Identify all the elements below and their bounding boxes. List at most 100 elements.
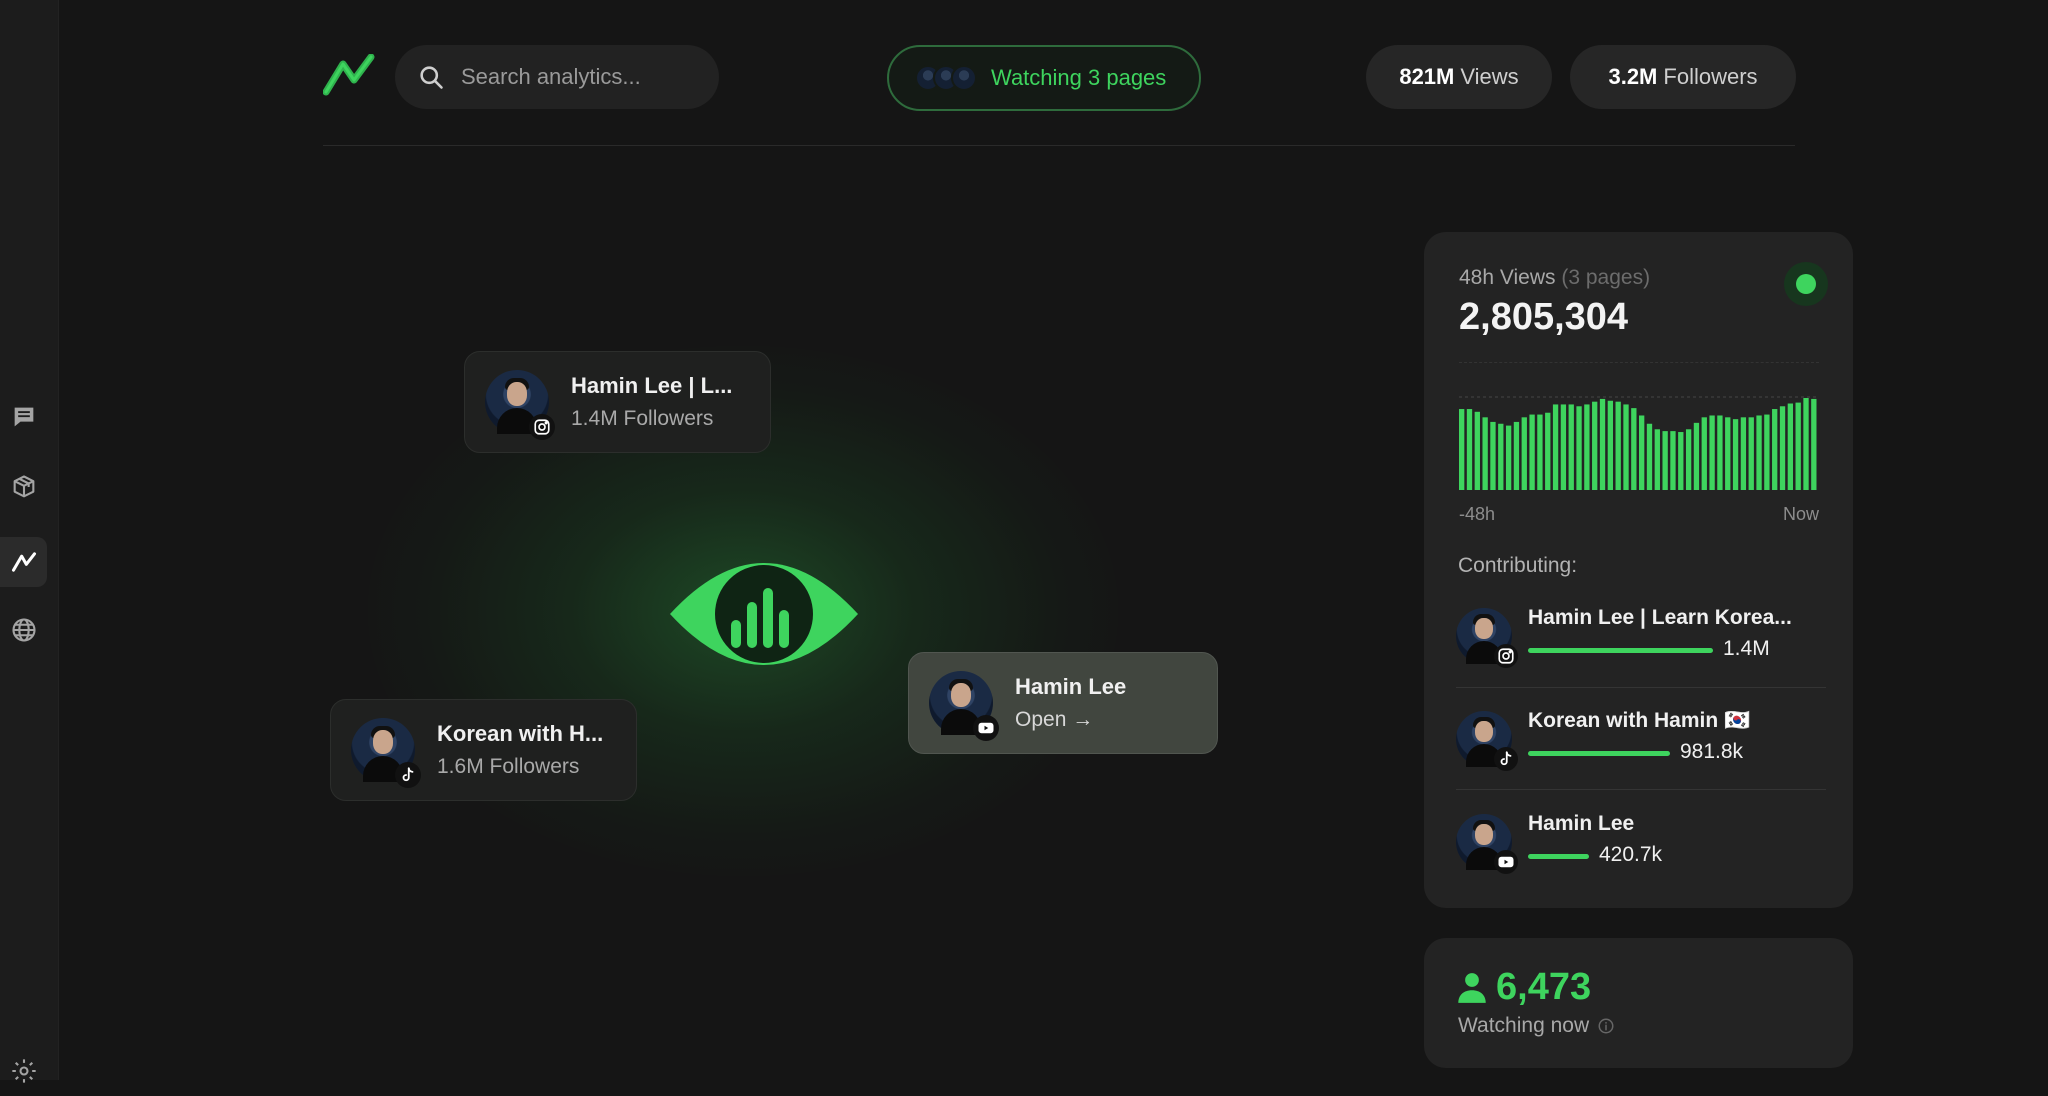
spark-bar — [1615, 401, 1621, 490]
spark-bar — [1678, 432, 1684, 490]
open-link[interactable]: Open → — [1015, 708, 1126, 732]
total-views: 2,805,304 — [1459, 296, 1629, 338]
spark-bar — [1795, 402, 1801, 490]
panel-separator — [1459, 362, 1819, 363]
watching-avatars — [915, 65, 977, 91]
user-icon — [1458, 972, 1486, 1003]
spark-bar — [1529, 414, 1535, 490]
eye-analytics-icon — [670, 563, 858, 665]
contributor-value: 1.4M — [1723, 637, 1770, 660]
spark-bar — [1552, 404, 1559, 490]
instagram-badge — [1494, 644, 1518, 668]
page-node-instagram[interactable]: Hamin Lee | L... 1.4M Followers — [464, 351, 771, 453]
watching-now-label: Watching now — [1458, 1014, 1590, 1037]
avatar — [1456, 711, 1518, 771]
spark-bar — [1662, 431, 1668, 490]
contributor-row[interactable]: Hamin Lee | Learn Korea... 1.4M — [1456, 596, 1826, 684]
tiktok-badge — [395, 762, 421, 788]
search-input[interactable] — [461, 64, 711, 90]
mini-avatar — [951, 65, 977, 91]
panel-heading: 48h Views (3 pages) — [1459, 266, 1650, 290]
avatar — [1456, 608, 1518, 668]
sidebar — [0, 0, 59, 1083]
avatar — [485, 370, 555, 440]
youtube-icon — [1498, 856, 1514, 868]
header-divider — [323, 145, 1795, 146]
contributor-bar — [1528, 854, 1589, 859]
spark-bar — [1764, 414, 1770, 490]
sidebar-item-chat[interactable] — [0, 392, 47, 442]
spark-bar — [1685, 429, 1692, 490]
spark-bar — [1654, 429, 1660, 490]
search-icon — [420, 66, 443, 89]
spark-bar — [1811, 398, 1817, 490]
tiktok-badge — [1494, 747, 1518, 771]
sidebar-item-analytics[interactable] — [0, 537, 47, 587]
views-stat[interactable]: 821M Views — [1366, 45, 1552, 109]
avatar — [929, 671, 999, 741]
info-icon[interactable] — [1597, 1017, 1615, 1035]
sidebar-item-cube[interactable] — [0, 462, 47, 512]
instagram-icon — [534, 419, 550, 435]
app-logo-icon[interactable] — [323, 54, 375, 96]
sidebar-item-settings[interactable] — [0, 1046, 47, 1096]
spark-bar — [1474, 411, 1480, 490]
spark-bar — [1592, 401, 1598, 490]
axis-end-label: Now — [1782, 504, 1819, 524]
chat-icon — [14, 407, 33, 427]
search-bar[interactable] — [395, 45, 719, 109]
youtube-badge — [1494, 850, 1518, 874]
analytics-icon — [11, 552, 36, 572]
spark-bar — [1631, 408, 1637, 490]
watching-pages-pill[interactable]: Watching 3 pages — [887, 45, 1201, 111]
contributor-row[interactable]: Hamin Lee 420.7k — [1456, 802, 1826, 890]
watching-now-card: 6,473 Watching now — [1424, 938, 1853, 1068]
contributor-bar — [1528, 751, 1670, 756]
panel-heading-muted: (3 pages) — [1561, 266, 1651, 289]
sidebar-item-globe[interactable] — [0, 605, 47, 655]
youtube-icon — [978, 722, 994, 734]
page-node-tiktok[interactable]: Korean with H... 1.6M Followers — [330, 699, 637, 801]
gear-icon — [11, 1059, 36, 1083]
spark-bar — [1639, 415, 1645, 490]
node-subtitle: 1.6M Followers — [437, 755, 580, 778]
live-status-indicator — [1784, 262, 1828, 306]
node-title: Hamin Lee — [1015, 674, 1127, 699]
spark-bar — [1560, 404, 1567, 490]
spark-bar — [1599, 398, 1606, 490]
page-node-youtube[interactable]: Hamin Lee Open → — [908, 652, 1218, 754]
spark-bar — [1725, 417, 1731, 490]
spark-bar — [1709, 415, 1715, 490]
axis-start-label: -48h — [1459, 504, 1496, 524]
views-value: 821M — [1399, 64, 1455, 89]
panel-heading-text: 48h Views — [1459, 266, 1556, 289]
spark-bar — [1537, 414, 1543, 490]
spark-bar — [1748, 417, 1754, 490]
followers-value: 3.2M — [1608, 64, 1658, 89]
spark-bar — [1513, 421, 1520, 490]
spark-bar — [1693, 422, 1700, 490]
spark-bar — [1779, 406, 1786, 490]
row-divider — [1456, 789, 1826, 790]
spark-bar — [1459, 409, 1465, 490]
contributor-value: 981.8k — [1680, 740, 1744, 763]
views-sparkline-chart — [1459, 396, 1819, 490]
row-divider — [1456, 687, 1826, 688]
views-label: Views — [1460, 64, 1519, 89]
spark-bar — [1670, 431, 1676, 490]
spark-bar — [1545, 412, 1551, 490]
contributing-heading: Contributing: — [1458, 554, 1578, 577]
contributor-name: Hamin Lee — [1528, 812, 1635, 835]
node-title: Hamin Lee | L... — [571, 373, 733, 398]
followers-stat[interactable]: 3.2M Followers — [1570, 45, 1796, 109]
spark-bar — [1772, 409, 1778, 490]
youtube-badge — [973, 715, 999, 741]
cube-icon — [13, 475, 34, 498]
spark-bar — [1521, 417, 1527, 490]
spark-bar — [1740, 417, 1747, 490]
spark-bar — [1607, 400, 1614, 490]
contributor-name: Korean with Hamin 🇰🇷 — [1528, 709, 1751, 732]
watching-now-count: 6,473 — [1458, 966, 1591, 1009]
contributor-row[interactable]: Korean with Hamin 🇰🇷 981.8k — [1456, 699, 1826, 787]
globe-icon — [11, 618, 36, 642]
